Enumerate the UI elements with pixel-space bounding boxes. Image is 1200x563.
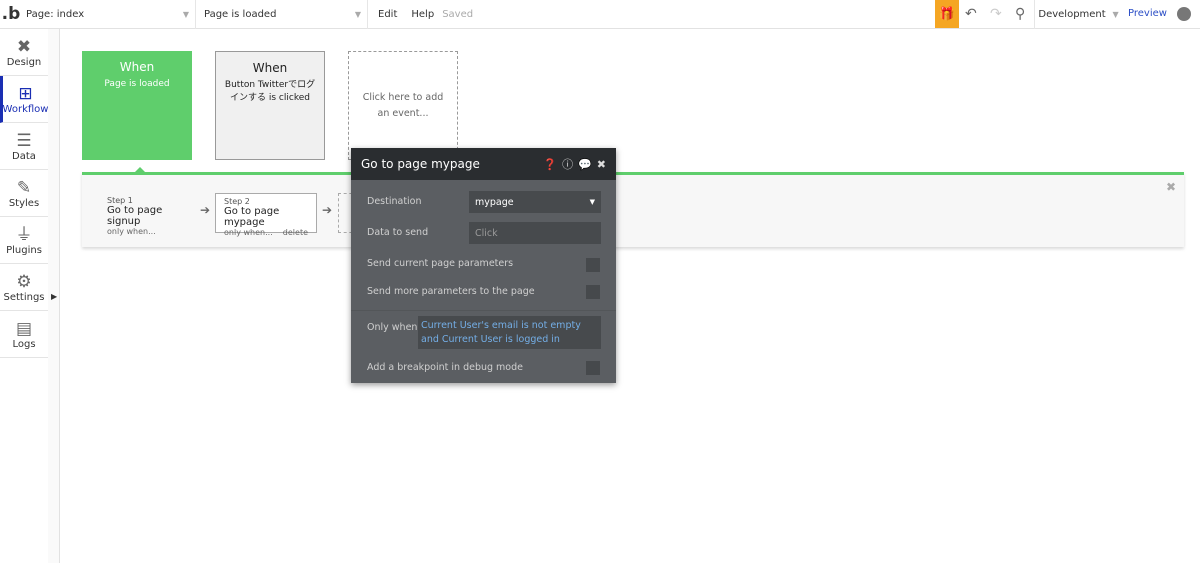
- sidebar: ✖ Design ⊞ Workflow ☰ Data ✎ Styles ⏚ Plugins…: [0, 29, 48, 563]
- action-property-editor: Go to page mypage ❓ ⓘ 💬 ✖ Destination mypag…: [351, 148, 616, 383]
- step-2[interactable]: Step 2 Go to page mypage only when... del…: [215, 193, 317, 237]
- edit-menu[interactable]: Edit: [368, 9, 407, 20]
- chevron-down-icon: ▼: [589, 198, 595, 206]
- sidebar-item-plugins[interactable]: ⏚ Plugins: [0, 217, 48, 264]
- redo-icon[interactable]: ↷: [990, 6, 1002, 22]
- sidebar-item-data[interactable]: ☰ Data: [0, 123, 48, 170]
- workflow-steps-bar: Step 1 Go to page signup only when... ➔ …: [82, 172, 1184, 247]
- data-to-send-label: Data to send: [367, 227, 429, 238]
- arrow-right-icon: ➔: [200, 203, 211, 217]
- search-icon[interactable]: ⚲: [1015, 6, 1025, 22]
- data-to-send-input[interactable]: Click: [469, 222, 601, 244]
- send-more-checkbox[interactable]: [586, 285, 600, 299]
- panel-title: Go to page mypage: [361, 157, 480, 171]
- close-workflow-icon[interactable]: ✖: [1166, 180, 1176, 194]
- chevron-down-icon: ▼: [1112, 10, 1119, 19]
- step-1[interactable]: Step 1 Go to page signup only when...: [99, 193, 201, 236]
- preview-button[interactable]: Preview: [1128, 8, 1167, 19]
- comment-icon[interactable]: 💬: [578, 158, 592, 171]
- only-when-label: Only when: [367, 322, 418, 333]
- help-icon[interactable]: ❓: [543, 158, 557, 171]
- info-icon[interactable]: ⓘ: [562, 158, 573, 171]
- event-page-loaded[interactable]: When Page is loaded: [82, 51, 192, 160]
- sidebar-item-logs[interactable]: ▤ Logs: [0, 311, 48, 358]
- sidebar-item-workflow[interactable]: ⊞ Workflow: [0, 76, 48, 123]
- undo-icon[interactable]: ↶: [965, 6, 977, 22]
- close-icon[interactable]: ✖: [597, 158, 606, 171]
- brush-icon: ✎: [16, 177, 32, 198]
- event-button-clicked[interactable]: When Button Twitterでログインする is clicked: [215, 51, 325, 160]
- only-when-expression[interactable]: Current User's email is not empty and Cu…: [418, 316, 601, 349]
- destination-dropdown[interactable]: mypage ▼: [469, 191, 601, 213]
- only-when-link[interactable]: only when...: [107, 227, 156, 236]
- send-current-checkbox[interactable]: [586, 258, 600, 272]
- only-when-link[interactable]: only when...: [224, 228, 273, 237]
- sidebar-item-styles[interactable]: ✎ Styles: [0, 170, 48, 217]
- help-menu[interactable]: Help: [407, 9, 438, 20]
- event-select[interactable]: Page is loaded ▼: [196, 0, 368, 29]
- sidebar-item-design[interactable]: ✖ Design: [0, 29, 48, 76]
- delete-step-link[interactable]: delete: [283, 228, 308, 237]
- arrow-right-icon: ➔: [322, 203, 333, 217]
- add-event-button[interactable]: Click here to add an event...: [348, 51, 458, 160]
- avatar[interactable]: [1177, 7, 1191, 21]
- database-icon: ☰: [16, 130, 32, 151]
- breakpoint-label: Add a breakpoint in debug mode: [367, 362, 523, 373]
- expand-arrow-icon[interactable]: ▶: [51, 292, 57, 301]
- workflow-icon: ⊞: [18, 83, 33, 104]
- send-more-label: Send more parameters to the page: [367, 286, 535, 297]
- divider: [351, 310, 616, 311]
- document-icon: ▤: [15, 318, 33, 339]
- destination-label: Destination: [367, 196, 422, 207]
- send-current-label: Send current page parameters: [367, 258, 514, 269]
- gear-icon: ⚙: [16, 271, 32, 292]
- chevron-down-icon: ▼: [354, 9, 361, 19]
- saved-status: Saved: [442, 8, 474, 20]
- plug-icon: ⏚: [15, 224, 33, 245]
- page-select[interactable]: Page: index ▼: [22, 0, 196, 29]
- sidebar-item-settings[interactable]: ⚙ Settings: [0, 264, 48, 311]
- breakpoint-checkbox[interactable]: [586, 361, 600, 375]
- environment-select[interactable]: Development ▼: [1034, 0, 1122, 29]
- gift-icon[interactable]: 🎁: [935, 0, 959, 28]
- bubble-logo[interactable]: .b: [0, 4, 22, 24]
- design-icon: ✖: [16, 36, 32, 57]
- chevron-down-icon: ▼: [182, 9, 189, 19]
